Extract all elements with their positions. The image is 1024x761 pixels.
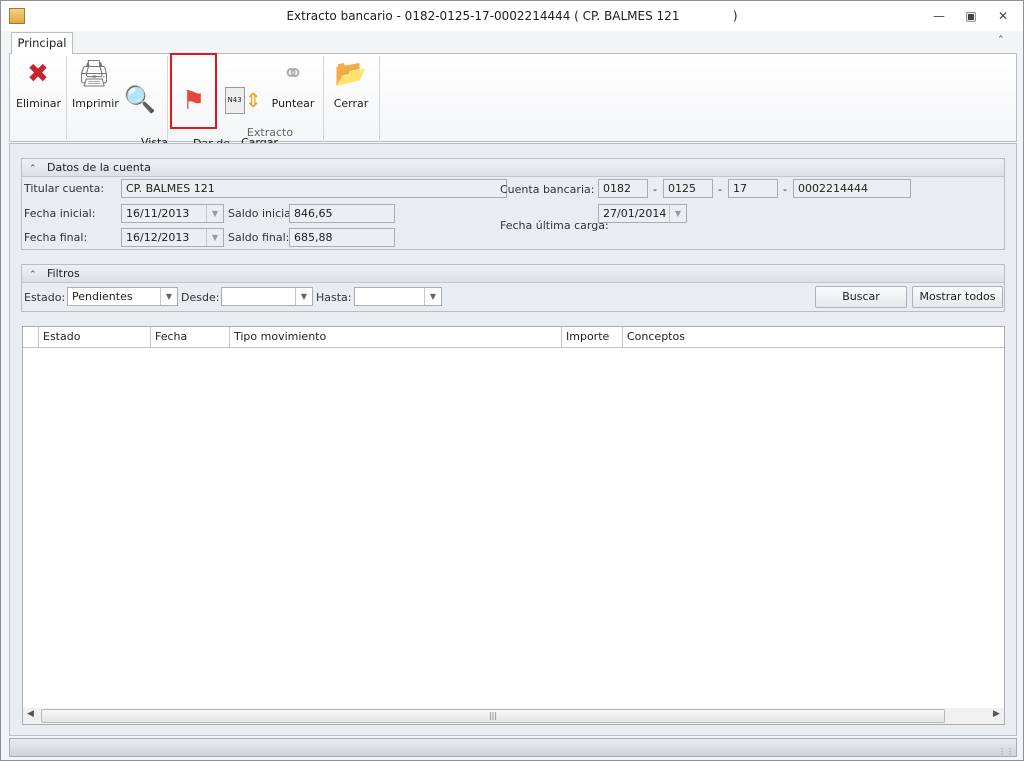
ultima-carga-value: 27/01/2014 [603, 207, 667, 220]
dar-de-baja-button[interactable]: ⚑ Dar de baja [170, 53, 230, 163]
scroll-left-icon[interactable]: ◀ [27, 709, 34, 719]
separator [379, 56, 380, 142]
collapse-chevron-icon[interactable]: ⌃ [29, 161, 41, 178]
titular-label: Titular cuenta: [24, 182, 105, 195]
red-flag-icon: ⚑ [181, 85, 206, 116]
column-importe[interactable]: Importe [561, 327, 622, 347]
separator-dash: - [653, 183, 657, 196]
movements-grid[interactable]: Estado Fecha Tipo movimiento Importe Con… [22, 326, 1005, 725]
puntear-button[interactable]: ⚭ Puntear [270, 58, 316, 111]
separator [66, 56, 67, 140]
load-n43-icon: N43 ⇕ [224, 84, 261, 116]
separator-dash: - [718, 183, 722, 196]
resize-grip-icon[interactable]: ⋮⋮ [998, 748, 1014, 756]
cerrar-button[interactable]: 📂 Cerrar [328, 58, 374, 111]
saldo-final-label: Saldo final: [228, 231, 290, 244]
column-estado[interactable]: Estado [38, 327, 150, 347]
fecha-inicial-value: 16/11/2013 [126, 207, 190, 220]
fecha-inicial-field[interactable]: 16/11/2013 ▼ [121, 204, 224, 223]
mostrar-todos-button[interactable]: Mostrar todos [912, 286, 1003, 308]
status-bar: ⋮⋮ [9, 738, 1017, 757]
eliminar-button[interactable]: ✖ Eliminar [16, 58, 62, 111]
column-fecha[interactable]: Fecha [150, 327, 229, 347]
tab-principal[interactable]: Principal [11, 32, 73, 54]
estado-value: Pendientes [72, 290, 133, 303]
fecha-inicial-label: Fecha inicial: [24, 207, 96, 220]
datos-header[interactable]: ⌃ Datos de la cuenta [22, 159, 1004, 177]
open-folder-icon: 📂 [334, 58, 368, 89]
printer-icon: 🖨 [77, 58, 111, 89]
collapse-ribbon-icon[interactable]: ⌃ [997, 35, 1005, 45]
dropdown-arrow-icon[interactable]: ▼ [206, 229, 223, 246]
saldo-final-field[interactable]: 685,88 [289, 228, 395, 247]
dropdown-arrow-icon[interactable]: ▼ [669, 205, 686, 222]
title-bar: Extracto bancario - 0182-0125-17-0002214… [1, 1, 1023, 31]
datos-title: Datos de la cuenta [47, 161, 151, 174]
cuenta-label: Cuenta bancaria: [500, 183, 595, 196]
cuenta-dc-field[interactable]: 17 [728, 179, 778, 198]
close-button[interactable]: ✕ [993, 7, 1013, 25]
content-area: ⌃ Datos de la cuenta Titular cuenta: CP. … [9, 143, 1017, 736]
maximize-button[interactable]: ▣ [961, 7, 981, 25]
preview-magnifier-icon: 🔍 [123, 84, 157, 115]
collapse-chevron-icon[interactable]: ⌃ [29, 267, 41, 284]
horizontal-scrollbar[interactable]: ◀ ||| ▶ [23, 708, 1004, 724]
buscar-button[interactable]: Buscar [815, 286, 907, 308]
window-title: Extracto bancario - 0182-0125-17-0002214… [286, 9, 738, 23]
puntear-label: Puntear [271, 97, 315, 110]
dropdown-arrow-icon[interactable]: ▼ [424, 288, 441, 305]
scroll-thumb[interactable]: ||| [41, 709, 945, 723]
fecha-final-label: Fecha final: [24, 231, 88, 244]
group-label-extracto: Extracto [246, 126, 294, 139]
ultima-carga-field[interactable]: 27/01/2014 ▼ [598, 204, 687, 223]
grid-header: Estado Fecha Tipo movimiento Importe Con… [23, 327, 1004, 348]
cuenta-numero-field[interactable]: 0002214444 [793, 179, 911, 198]
desde-field[interactable]: ▼ [221, 287, 313, 306]
eliminar-label: Eliminar [16, 97, 62, 110]
scroll-right-icon[interactable]: ▶ [993, 709, 1000, 719]
hasta-field[interactable]: ▼ [354, 287, 442, 306]
estado-label: Estado: [24, 291, 66, 304]
separator [167, 56, 168, 142]
ribbon: ✖ Eliminar 🖨 Imprimir 🔍 Vista previa ⚑ D… [9, 53, 1017, 163]
ultima-carga-label: Fecha última carga: [500, 219, 609, 232]
filtros-title: Filtros [47, 267, 80, 280]
minimize-button[interactable]: — [929, 7, 949, 25]
app-icon [9, 8, 25, 24]
cuenta-oficina-field[interactable]: 0125 [663, 179, 713, 198]
column-tipo-movimiento[interactable]: Tipo movimiento [229, 327, 561, 347]
fecha-final-value: 16/12/2013 [126, 231, 190, 244]
dropdown-arrow-icon[interactable]: ▼ [206, 205, 223, 222]
delete-icon: ✖ [27, 58, 49, 89]
column-conceptos[interactable]: Conceptos [622, 327, 1005, 347]
n43-label: N43 [224, 86, 245, 114]
filtros-header[interactable]: ⌃ Filtros [22, 265, 1004, 283]
desde-label: Desde: [181, 291, 220, 304]
saldo-inicial-field[interactable]: 846,65 [289, 204, 395, 223]
window: Extracto bancario - 0182-0125-17-0002214… [0, 0, 1024, 761]
imprimir-label: Imprimir [72, 97, 119, 110]
fecha-final-field[interactable]: 16/12/2013 ▼ [121, 228, 224, 247]
cerrar-label: Cerrar [333, 97, 369, 110]
filtros-panel: ⌃ Filtros Estado: Pendientes ▼ Desde: ▼ Ha… [21, 264, 1005, 312]
separator-dash: - [783, 183, 787, 196]
dropdown-arrow-icon[interactable]: ▼ [295, 288, 312, 305]
titular-field[interactable]: CP. BALMES 121 [121, 179, 507, 198]
hasta-label: Hasta: [316, 291, 352, 304]
estado-select[interactable]: Pendientes ▼ [67, 287, 178, 306]
separator [323, 56, 324, 142]
dropdown-arrow-icon[interactable]: ▼ [160, 288, 177, 305]
datos-panel: ⌃ Datos de la cuenta Titular cuenta: CP. … [21, 158, 1005, 250]
chain-link-icon: ⚭ [282, 58, 304, 89]
imprimir-button[interactable]: 🖨 Imprimir [72, 58, 119, 111]
cuenta-entidad-field[interactable]: 0182 [598, 179, 648, 198]
saldo-inicial-label: Saldo inicial: [228, 207, 298, 220]
